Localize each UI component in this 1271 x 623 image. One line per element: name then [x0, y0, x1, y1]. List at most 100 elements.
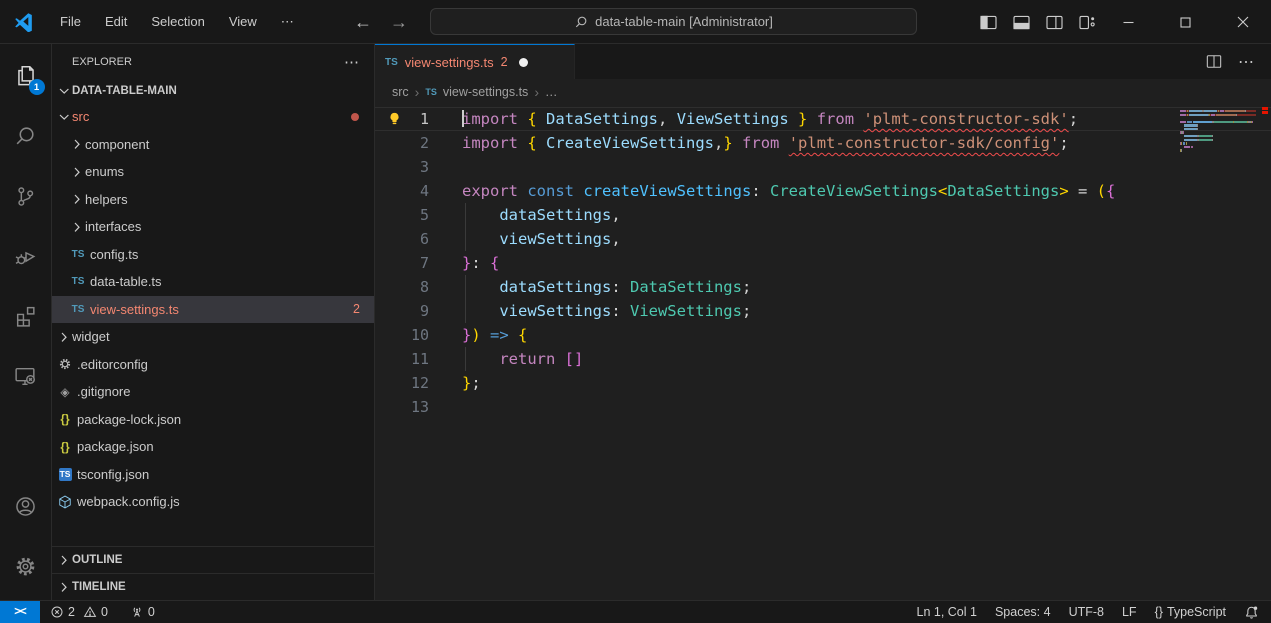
file-label: package-lock.json: [77, 412, 374, 427]
go-back-icon[interactable]: ←: [352, 12, 374, 33]
tree-item-.editorconfig[interactable]: .editorconfig: [52, 351, 374, 379]
chevron-right-icon: [56, 552, 72, 568]
menu-more[interactable]: ⋯: [269, 8, 306, 36]
file-label: tsconfig.json: [77, 467, 374, 482]
code-line-13[interactable]: 13: [375, 395, 1271, 419]
explorer-more-actions-icon[interactable]: ⋯: [344, 53, 360, 71]
outline-section[interactable]: OUTLINE: [52, 546, 374, 573]
project-root-row[interactable]: DATA-TABLE-MAIN: [52, 79, 374, 103]
settings-gear-icon[interactable]: [2, 540, 50, 592]
code-line-2[interactable]: 2import { CreateViewSettings,} from 'plm…: [375, 131, 1271, 155]
ports-status[interactable]: 0: [130, 605, 155, 619]
code-line-10[interactable]: 10}) => {: [375, 323, 1271, 347]
code-line-4[interactable]: 4export const createViewSettings: Create…: [375, 179, 1271, 203]
tree-item-view-settings.ts[interactable]: TSview-settings.ts2: [52, 296, 374, 324]
accounts-icon[interactable]: [2, 480, 50, 532]
run-and-debug-icon[interactable]: [2, 230, 50, 282]
minimize-button[interactable]: [1100, 0, 1157, 44]
menu-selection[interactable]: Selection: [139, 8, 216, 36]
toggle-secondary-sidebar-icon[interactable]: [1044, 12, 1064, 32]
more-actions-icon[interactable]: ⋯: [1238, 52, 1255, 72]
tree-item-package-lock.json[interactable]: {} package-lock.json: [52, 406, 374, 434]
tree-item-helpers[interactable]: helpers: [52, 186, 374, 214]
minimap[interactable]: [1180, 110, 1256, 157]
breadcrumb-separator-icon: ›: [415, 84, 420, 100]
code-line-6[interactable]: 6 viewSettings,: [375, 227, 1271, 251]
remote-indicator[interactable]: ><: [0, 601, 40, 623]
tree-item-tsconfig.json[interactable]: TStsconfig.json: [52, 461, 374, 489]
warning-count: 0: [101, 605, 108, 619]
status-bar-right: Ln 1, Col 1 Spaces: 4 UTF-8 LF {} TypeSc…: [917, 605, 1271, 620]
chevron-right-icon: [69, 191, 85, 207]
webpack-file-icon: [58, 495, 72, 509]
menu-file[interactable]: File: [48, 8, 93, 36]
minimap-line: [1180, 146, 1256, 148]
tree-item-interfaces[interactable]: interfaces: [52, 213, 374, 241]
titlebar: FileEditSelectionView⋯ ← → data-table-ma…: [0, 0, 1271, 44]
code-line-1[interactable]: 1import { DataSettings, ViewSettings } f…: [375, 107, 1271, 131]
code-line-8[interactable]: 8 dataSettings: DataSettings;: [375, 275, 1271, 299]
timeline-section[interactable]: TIMELINE: [52, 573, 374, 600]
code-editor[interactable]: 1import { DataSettings, ViewSettings } f…: [375, 105, 1271, 600]
maximize-button[interactable]: [1157, 0, 1214, 44]
go-forward-icon[interactable]: →: [388, 12, 410, 33]
breadcrumb-file[interactable]: view-settings.ts: [443, 85, 528, 99]
code-line-3[interactable]: 3: [375, 155, 1271, 179]
language-mode[interactable]: {} TypeScript: [1155, 605, 1226, 619]
explorer-icon[interactable]: 1: [2, 50, 50, 102]
code-line-9[interactable]: 9 viewSettings: ViewSettings;: [375, 299, 1271, 323]
tab-view-settings[interactable]: TS view-settings.ts 2: [375, 44, 575, 79]
problems-status[interactable]: 2 0: [50, 605, 108, 619]
tree-item-src[interactable]: src: [52, 103, 374, 131]
tree-item-component[interactable]: component: [52, 131, 374, 159]
lightbulb-icon[interactable]: [387, 111, 402, 127]
notifications-bell-icon[interactable]: [1244, 605, 1259, 620]
toggle-primary-sidebar-icon[interactable]: [978, 12, 998, 32]
tree-item-data-table.ts[interactable]: TSdata-table.ts: [52, 268, 374, 296]
command-center-search[interactable]: data-table-main [Administrator]: [430, 8, 917, 35]
tree-item-widget[interactable]: widget: [52, 323, 374, 351]
split-editor-icon[interactable]: [1206, 54, 1222, 69]
code-line-12[interactable]: 12};: [375, 371, 1271, 395]
customize-layout-icon[interactable]: [1077, 12, 1097, 32]
editorconfig-gear-icon: [58, 357, 72, 371]
source-control-icon[interactable]: [2, 170, 50, 222]
indent-guide: [465, 299, 466, 323]
file-label: webpack.config.js: [77, 494, 374, 509]
file-label: src: [72, 109, 351, 124]
minimap-line: [1180, 110, 1256, 112]
tree-item-config.ts[interactable]: TSconfig.ts: [52, 241, 374, 269]
menu-view[interactable]: View: [217, 8, 269, 36]
toggle-panel-icon[interactable]: [1011, 12, 1031, 32]
explorer-sidebar: EXPLORER ⋯ DATA-TABLE-MAIN src componente…: [52, 44, 375, 600]
problem-count-badge: 2: [353, 302, 360, 316]
indentation[interactable]: Spaces: 4: [995, 605, 1051, 619]
tree-item-.gitignore[interactable]: ◈.gitignore: [52, 378, 374, 406]
code-line-5[interactable]: 5 dataSettings,: [375, 203, 1271, 227]
tree-item-package.json[interactable]: {}package.json: [52, 433, 374, 461]
error-icon: [50, 605, 64, 619]
json-file-icon: {}: [60, 412, 69, 426]
close-button[interactable]: [1214, 0, 1271, 44]
explorer-header: EXPLORER ⋯: [52, 44, 374, 79]
search-view-icon[interactable]: [2, 110, 50, 162]
menu-edit[interactable]: Edit: [93, 8, 139, 36]
indent-guide: [465, 347, 466, 371]
cursor-position[interactable]: Ln 1, Col 1: [917, 605, 977, 619]
overview-ruler[interactable]: [1261, 107, 1268, 602]
extensions-icon[interactable]: [2, 290, 50, 342]
file-label: helpers: [85, 192, 374, 207]
code-line-7[interactable]: 7}: {: [375, 251, 1271, 275]
breadcrumb-folder[interactable]: src: [392, 85, 409, 99]
file-label: view-settings.ts: [90, 302, 353, 317]
breadcrumb-symbol[interactable]: …: [545, 85, 558, 99]
code-line-11[interactable]: 11 return []: [375, 347, 1271, 371]
unsaved-changes-dot[interactable]: [519, 58, 528, 67]
window-title: data-table-main [Administrator]: [595, 14, 773, 29]
error-count: 2: [68, 605, 75, 619]
eol-sequence[interactable]: LF: [1122, 605, 1137, 619]
tree-item-enums[interactable]: enums: [52, 158, 374, 186]
encoding[interactable]: UTF-8: [1069, 605, 1104, 619]
remote-explorer-icon[interactable]: [2, 350, 50, 402]
tree-item-webpack.config.js[interactable]: webpack.config.js: [52, 488, 374, 516]
